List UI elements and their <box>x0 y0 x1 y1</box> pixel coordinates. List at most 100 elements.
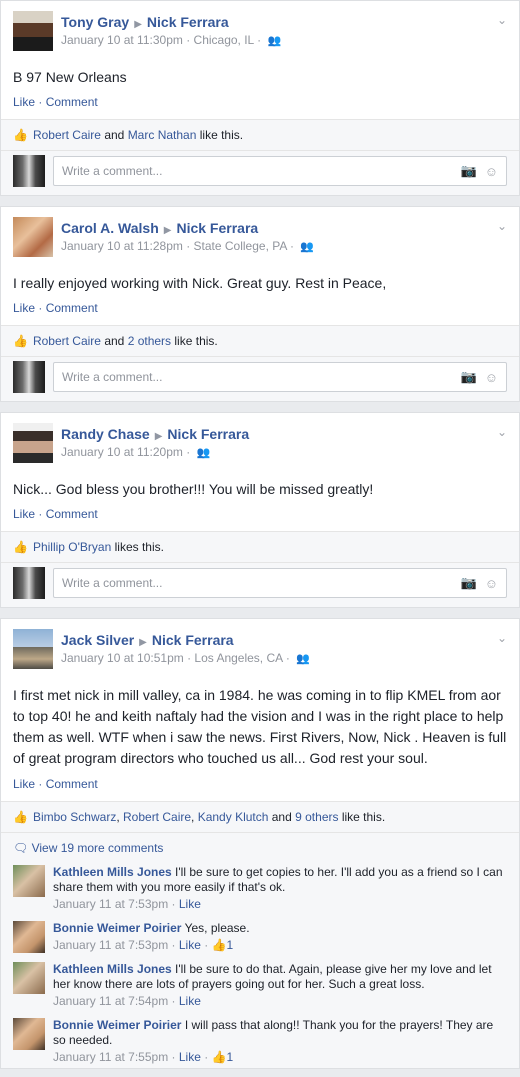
post-header: Jack Silver ▶ Nick Ferrara January 10 at 1… <box>1 619 519 671</box>
target-name-link[interactable]: Nick Ferrara <box>167 426 249 442</box>
camera-icon[interactable]: 📷 <box>461 163 477 179</box>
comment-item: Bonnie Weimer Poirier Yes, please. Janua… <box>1 915 519 956</box>
like-link[interactable]: Like <box>13 95 35 109</box>
author-name-link[interactable]: Jack Silver <box>61 632 134 648</box>
post-card: Tony Gray ▶ Nick Ferrara January 10 at 11:… <box>0 0 520 196</box>
author-avatar[interactable] <box>13 217 53 257</box>
arrow-right-icon: ▶ <box>163 225 172 236</box>
location-link[interactable]: Los Angeles, CA <box>194 651 282 665</box>
author-avatar[interactable] <box>13 423 53 463</box>
comment-bubble-icon: 🗨 <box>13 841 29 855</box>
commenter-avatar[interactable] <box>13 921 45 953</box>
thumbs-up-icon: 👍 <box>13 810 28 824</box>
commenter-name-link[interactable]: Kathleen Mills Jones <box>53 865 172 879</box>
comment-like-count[interactable]: 👍1 <box>212 938 234 952</box>
commenter-name-link[interactable]: Kathleen Mills Jones <box>53 962 172 976</box>
smiley-icon[interactable]: ☺ <box>485 576 498 591</box>
post-card: Carol A. Walsh ▶ Nick Ferrara January 10 a… <box>0 206 520 402</box>
liker-link[interactable]: Robert Caire <box>123 810 191 824</box>
thumbs-up-icon: 👍 <box>211 938 227 952</box>
chevron-down-icon[interactable]: ⌄ <box>497 425 507 439</box>
comment-like-link[interactable]: Like <box>179 938 201 952</box>
post-header: Randy Chase ▶ Nick Ferrara January 10 at 1… <box>1 413 519 465</box>
post-header: Carol A. Walsh ▶ Nick Ferrara January 10 a… <box>1 207 519 259</box>
timestamp-link[interactable]: January 10 at 11:20pm <box>61 445 183 459</box>
post-card: Jack Silver ▶ Nick Ferrara January 10 at 1… <box>0 618 520 1069</box>
location-link[interactable]: State College, PA <box>194 239 287 253</box>
timestamp-link[interactable]: January 10 at 11:28pm <box>61 239 183 253</box>
like-link[interactable]: Like <box>13 301 35 315</box>
comment-link[interactable]: Comment <box>46 507 98 521</box>
author-name-link[interactable]: Tony Gray <box>61 14 129 30</box>
post-text: B 97 New Orleans <box>13 69 127 85</box>
commenter-name-link[interactable]: Bonnie Weimer Poirier <box>53 1018 181 1032</box>
smiley-icon[interactable]: ☺ <box>485 164 498 179</box>
comment-input[interactable]: Write a comment... 📷 ☺ <box>53 568 507 598</box>
post-card: Randy Chase ▶ Nick Ferrara January 10 at 1… <box>0 412 520 608</box>
author-name-link[interactable]: Carol A. Walsh <box>61 220 159 236</box>
arrow-right-icon: ▶ <box>139 637 147 648</box>
comment-timestamp[interactable]: January 11 at 7:53pm <box>53 897 168 911</box>
author-avatar[interactable] <box>13 11 53 51</box>
liker-link[interactable]: Robert Caire <box>33 128 101 142</box>
comment-timestamp[interactable]: January 11 at 7:54pm <box>53 994 168 1008</box>
author-name-link[interactable]: Randy Chase <box>61 426 150 442</box>
liker-link[interactable]: Phillip O'Bryan <box>33 540 111 554</box>
comment-timestamp[interactable]: January 11 at 7:53pm <box>53 938 168 952</box>
comment-timestamp[interactable]: January 11 at 7:55pm <box>53 1050 168 1064</box>
others-link[interactable]: 9 others <box>295 810 338 824</box>
likes-summary: 👍 Robert Caire and Marc Nathan like this… <box>13 128 244 142</box>
friends-audience-icon[interactable]: 👥 <box>296 652 310 665</box>
comment-like-link[interactable]: Like <box>179 994 201 1008</box>
smiley-icon[interactable]: ☺ <box>485 370 498 385</box>
post-text: Nick... God bless you brother!!! You wil… <box>13 481 374 497</box>
comment-text: Yes, please. <box>184 921 250 935</box>
chevron-down-icon[interactable]: ⌄ <box>497 219 507 233</box>
comment-like-link[interactable]: Like <box>179 1050 201 1064</box>
target-name-link[interactable]: Nick Ferrara <box>152 632 234 648</box>
comment-item: Kathleen Mills Jones I'll be sure to get… <box>1 859 519 915</box>
liker-link[interactable]: Marc Nathan <box>128 128 197 142</box>
comment-like-count[interactable]: 👍1 <box>212 1050 234 1064</box>
commenter-avatar[interactable] <box>13 865 45 897</box>
like-link[interactable]: Like <box>13 777 35 791</box>
post-text: I really enjoyed working with Nick. Grea… <box>13 275 387 291</box>
like-link[interactable]: Like <box>13 507 35 521</box>
others-link[interactable]: 2 others <box>128 334 171 348</box>
camera-icon[interactable]: 📷 <box>461 369 477 385</box>
liker-link[interactable]: Bimbo Schwarz <box>33 810 116 824</box>
friends-audience-icon[interactable]: 👥 <box>300 240 314 253</box>
timestamp-link[interactable]: January 10 at 10:51pm <box>61 651 184 665</box>
author-avatar[interactable] <box>13 629 53 669</box>
comment-like-link[interactable]: Like <box>179 897 201 911</box>
comment-input[interactable]: Write a comment... 📷 ☺ <box>53 156 507 186</box>
likes-summary: 👍 Robert Caire and 2 others like this. <box>13 334 218 348</box>
friends-audience-icon[interactable]: 👥 <box>267 34 281 47</box>
arrow-right-icon: ▶ <box>134 19 142 30</box>
chevron-down-icon[interactable]: ⌄ <box>497 631 507 645</box>
location-link[interactable]: Chicago, IL <box>194 33 254 47</box>
liker-link[interactable]: Kandy Klutch <box>198 810 269 824</box>
post-text: I first met nick in mill valley, ca in 1… <box>13 687 507 766</box>
thumbs-up-icon: 👍 <box>211 1050 227 1064</box>
commenter-name-link[interactable]: Bonnie Weimer Poirier <box>53 921 181 935</box>
current-user-avatar <box>13 361 45 393</box>
current-user-avatar <box>13 567 45 599</box>
chevron-down-icon[interactable]: ⌄ <box>497 13 507 27</box>
comment-link[interactable]: Comment <box>46 95 98 109</box>
commenter-avatar[interactable] <box>13 1018 45 1050</box>
comment-link[interactable]: Comment <box>46 777 98 791</box>
liker-link[interactable]: Robert Caire <box>33 334 101 348</box>
target-name-link[interactable]: Nick Ferrara <box>147 14 229 30</box>
comment-link[interactable]: Comment <box>46 301 98 315</box>
target-name-link[interactable]: Nick Ferrara <box>176 220 258 236</box>
camera-icon[interactable]: 📷 <box>461 575 477 591</box>
commenter-avatar[interactable] <box>13 962 45 994</box>
timestamp-link[interactable]: January 10 at 11:30pm <box>61 33 183 47</box>
comment-input[interactable]: Write a comment... 📷 ☺ <box>53 362 507 392</box>
likes-summary: 👍 Phillip O'Bryan likes this. <box>13 540 164 554</box>
friends-audience-icon[interactable]: 👥 <box>197 446 211 459</box>
view-more-comments-link[interactable]: 🗨 View 19 more comments <box>1 832 519 859</box>
comment-item: Kathleen Mills Jones I'll be sure to do … <box>1 956 519 1012</box>
arrow-right-icon: ▶ <box>154 431 163 442</box>
